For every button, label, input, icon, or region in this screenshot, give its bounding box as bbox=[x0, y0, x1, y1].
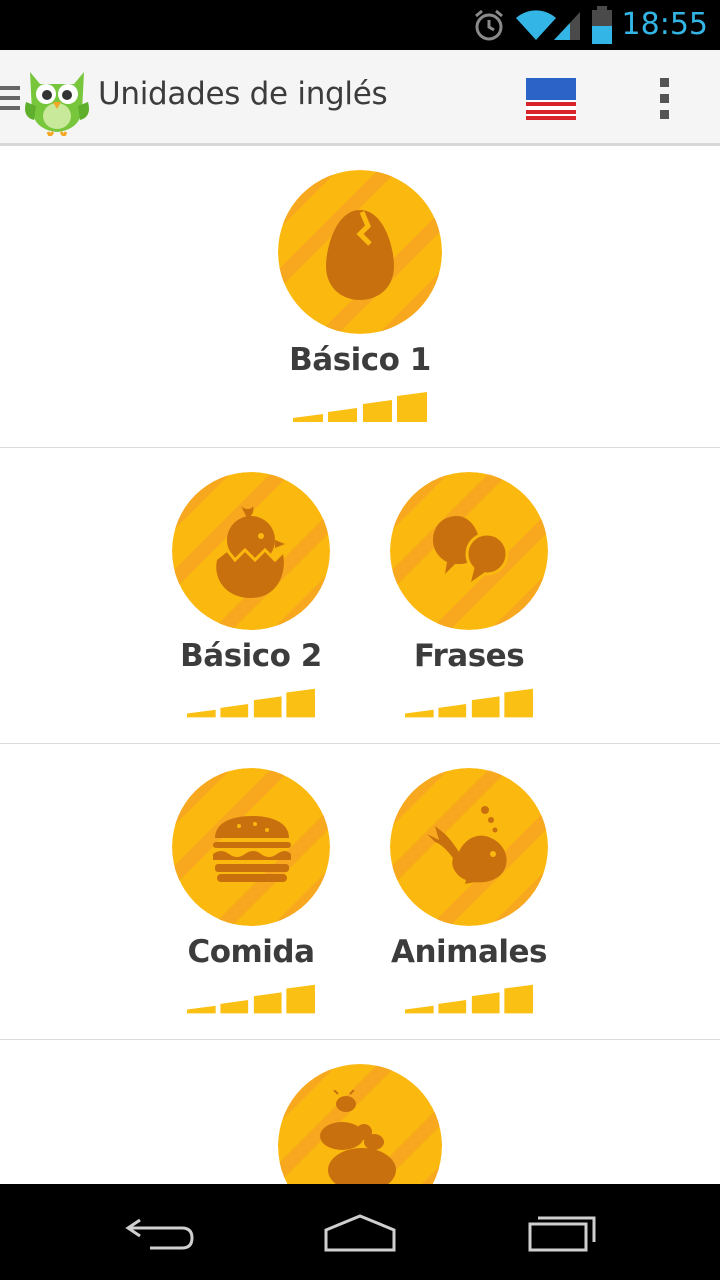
skill-name: Frases bbox=[413, 638, 525, 674]
bee-icon bbox=[320, 1090, 396, 1184]
back-icon[interactable] bbox=[120, 1208, 200, 1258]
whale-icon bbox=[427, 806, 507, 884]
action-bar: Unidades de inglés bbox=[0, 50, 720, 146]
status-bar: 18:55 bbox=[0, 0, 720, 50]
signal-icon bbox=[554, 12, 580, 40]
egg-icon bbox=[326, 210, 394, 300]
home-icon[interactable] bbox=[320, 1208, 400, 1258]
skill-name: Básico 2 bbox=[180, 638, 322, 674]
hatching-chick-icon bbox=[216, 506, 285, 598]
hamburger-icon[interactable] bbox=[0, 84, 20, 114]
skill-name: Comida bbox=[187, 934, 315, 970]
strength-meter bbox=[405, 984, 533, 1014]
alarm-icon bbox=[475, 9, 503, 41]
battery-icon bbox=[592, 6, 612, 44]
skill-bee[interactable] bbox=[250, 1040, 470, 1184]
page-title: Unidades de inglés bbox=[98, 76, 388, 112]
overflow-menu-icon[interactable] bbox=[650, 76, 680, 122]
strength-meter bbox=[405, 688, 533, 718]
duolingo-owl-logo[interactable] bbox=[22, 62, 92, 136]
skill-frases[interactable]: Frases bbox=[359, 448, 579, 744]
speech-bubbles-icon bbox=[433, 516, 509, 582]
recent-apps-icon[interactable] bbox=[522, 1208, 602, 1258]
skill-row: Básico 2 Frases bbox=[0, 448, 720, 744]
skill-row: Básico 1 bbox=[0, 146, 720, 448]
strength-meter bbox=[187, 984, 315, 1014]
hamburger-food-icon bbox=[213, 816, 291, 882]
strength-meter bbox=[293, 392, 427, 422]
skill-tree[interactable]: Básico 1 Básico 2 Frases Comida Animales bbox=[0, 146, 720, 1184]
navigation-bar bbox=[0, 1184, 720, 1280]
skill-row bbox=[0, 1040, 720, 1184]
skill-basico-1[interactable]: Básico 1 bbox=[250, 146, 470, 448]
skill-name: Animales bbox=[390, 934, 548, 970]
skill-comida[interactable]: Comida bbox=[141, 744, 361, 1040]
status-time: 18:55 bbox=[621, 7, 708, 42]
skill-name: Básico 1 bbox=[289, 342, 431, 378]
skill-basico-2[interactable]: Básico 2 bbox=[141, 448, 361, 744]
us-flag-icon[interactable] bbox=[526, 78, 576, 120]
strength-meter bbox=[187, 688, 315, 718]
skill-animales[interactable]: Animales bbox=[359, 744, 579, 1040]
skill-row: Comida Animales bbox=[0, 744, 720, 1040]
